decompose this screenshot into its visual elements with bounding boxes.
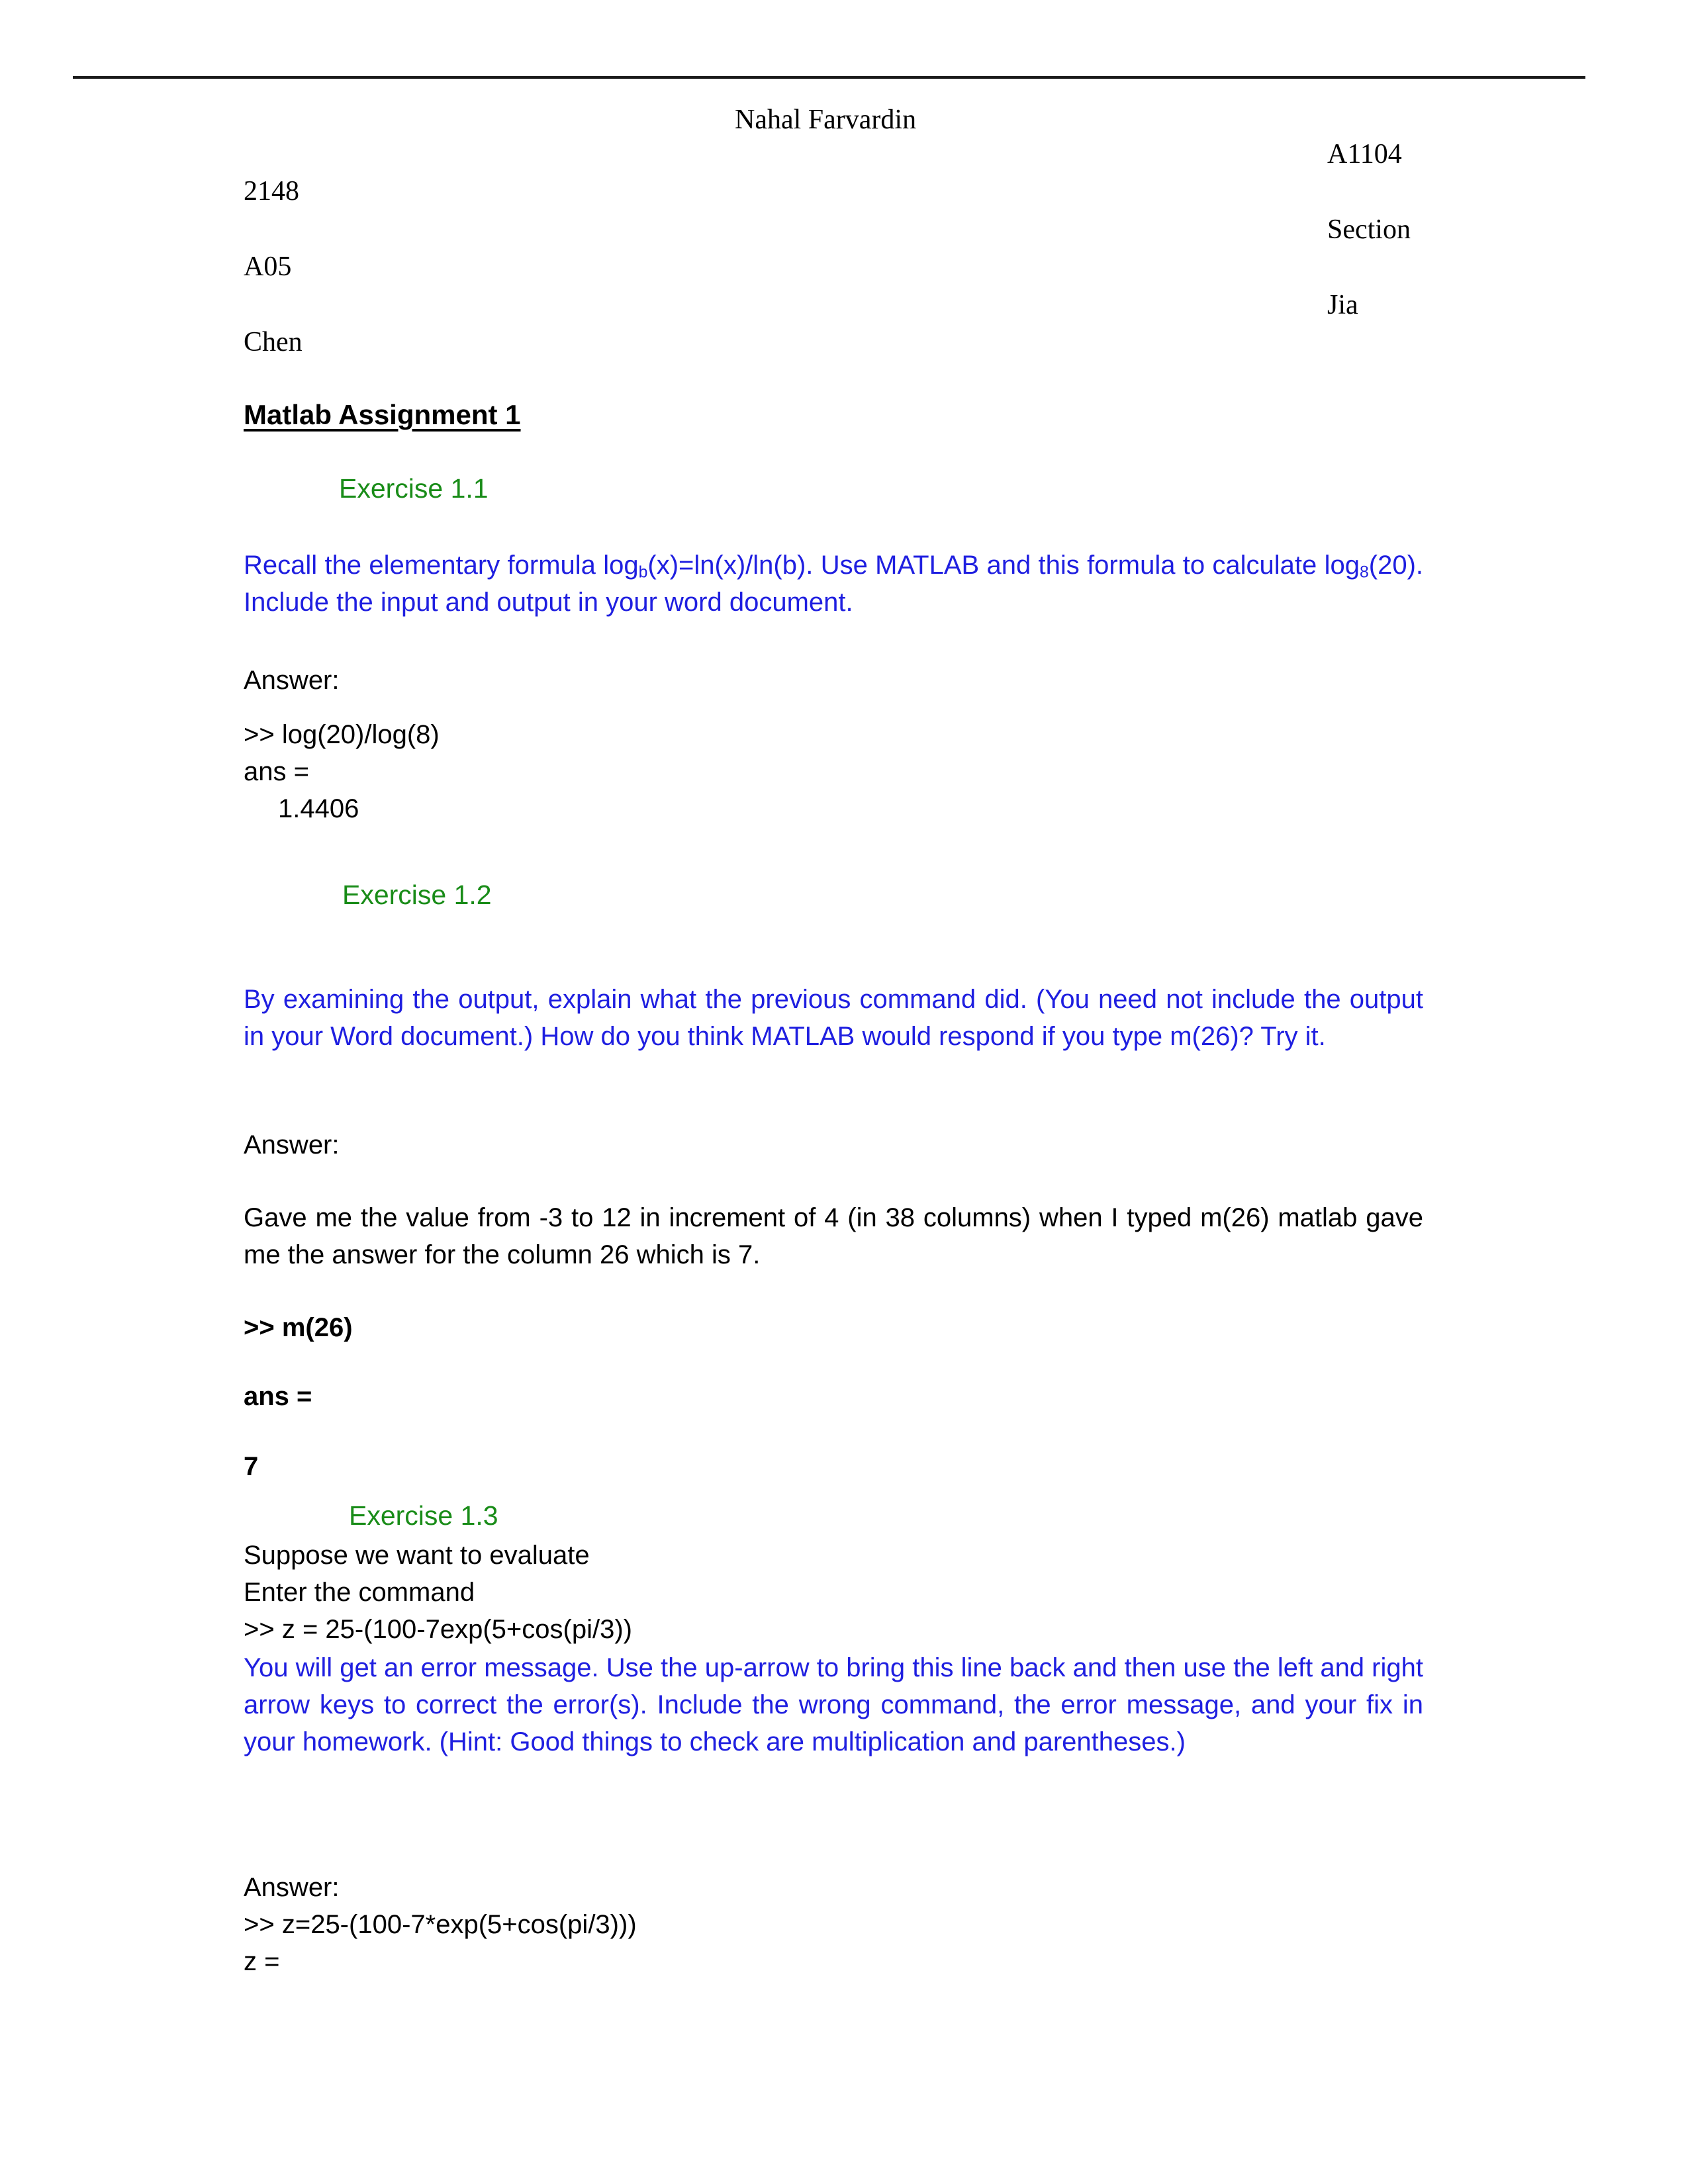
exercise-heading-1-1: Exercise 1.1 bbox=[339, 473, 489, 504]
exercise-1-3-question-line-2: Enter the command bbox=[244, 1578, 475, 1607]
exercise-heading-1-3: Exercise 1.3 bbox=[349, 1500, 498, 1531]
section-code: A05 bbox=[244, 251, 292, 282]
student-name: Nahal Farvardin bbox=[735, 105, 917, 135]
log-base-subscript-8: 8 bbox=[1359, 563, 1369, 582]
document-page: Nahal Farvardin A1104 2148 Section A05 J… bbox=[0, 0, 1688, 2184]
console-command-1-2: >> m(26) bbox=[244, 1313, 353, 1342]
question-text-part-a: Recall the elementary formula log bbox=[244, 551, 639, 580]
instructor-first-name: Jia bbox=[1327, 290, 1358, 320]
exercise-1-3-question-line-1: Suppose we want to evaluate bbox=[244, 1541, 590, 1570]
console-ans-label-1-2: ans = bbox=[244, 1382, 312, 1411]
exercise-1-3-question-paragraph: You will get an error message. Use the u… bbox=[244, 1653, 1423, 1756]
console-ans-label-1-3: z = bbox=[244, 1947, 280, 1976]
question-text-part-b: (x)=ln(x)/ln(b). Use MATLAB and this for… bbox=[647, 551, 1360, 580]
exercise-1-2-question: By examining the output, explain what th… bbox=[244, 985, 1423, 1051]
section-label: Section bbox=[1327, 214, 1411, 245]
student-id: 2148 bbox=[244, 176, 299, 206]
exercise-1-1-question: Recall the elementary formula logb(x)=ln… bbox=[244, 547, 1423, 621]
console-ans-value-1-2: 7 bbox=[244, 1452, 259, 1481]
answer-label-1-1: Answer: bbox=[244, 666, 340, 695]
header-divider-rule bbox=[73, 76, 1585, 79]
console-command-1-1: >> log(20)/log(8) bbox=[244, 720, 440, 749]
exercise-1-2-answer-body: Gave me the value from -3 to 12 in incre… bbox=[244, 1203, 1423, 1269]
console-ans-label-1-1: ans = bbox=[244, 757, 309, 786]
log-base-subscript-b: b bbox=[638, 563, 648, 582]
console-ans-value-1-1: 1.4406 bbox=[278, 794, 359, 823]
console-command-1-3: >> z=25-(100-7*exp(5+cos(pi/3))) bbox=[244, 1910, 637, 1939]
answer-label-1-2: Answer: bbox=[244, 1130, 340, 1160]
answer-label-1-3: Answer: bbox=[244, 1873, 340, 1902]
exercise-heading-1-2: Exercise 1.2 bbox=[342, 880, 492, 910]
instructor-last-name: Chen bbox=[244, 327, 303, 357]
course-code: A1104 bbox=[1327, 139, 1402, 169]
page-title: Matlab Assignment 1 bbox=[244, 399, 521, 430]
exercise-1-3-given-command: >> z = 25-(100-7exp(5+cos(pi/3)) bbox=[244, 1615, 632, 1644]
